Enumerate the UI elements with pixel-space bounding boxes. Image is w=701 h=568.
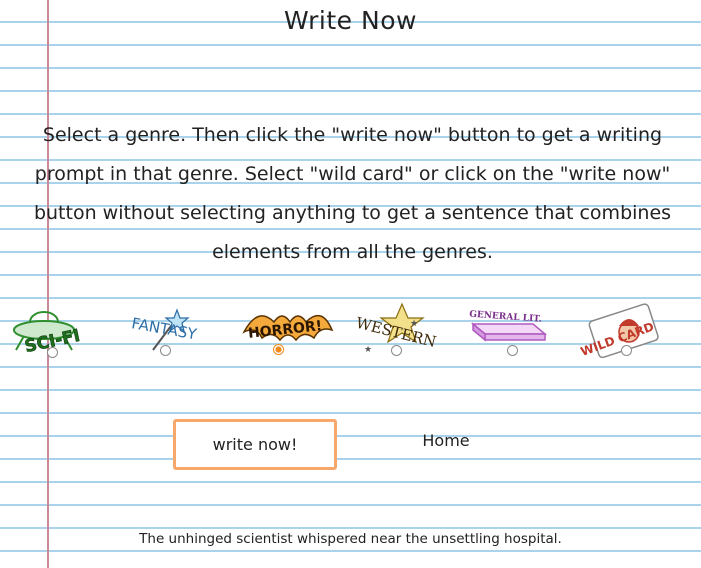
genre-label: FANTASY xyxy=(130,314,199,343)
genre-option-western[interactable]: WESTERN ★ ★ xyxy=(350,300,450,364)
ufo-icon: SCI-FI xyxy=(13,311,82,357)
genre-option-sci-fi[interactable]: SCI-FI xyxy=(10,300,110,364)
write-now-button[interactable]: write now! xyxy=(173,419,337,470)
genre-radio-sci-fi[interactable] xyxy=(47,347,58,358)
genre-option-horror[interactable]: HORROR! xyxy=(240,300,340,364)
page-title: Write Now xyxy=(284,6,417,35)
genre-option-general-lit[interactable]: GENERAL LIT. xyxy=(463,300,563,364)
magic-wand-icon: FANTASY xyxy=(130,308,199,351)
genre-radio-wild-card[interactable] xyxy=(621,345,632,356)
genre-radio-horror[interactable] xyxy=(273,344,284,355)
genre-option-wild-card[interactable]: WILD CARD xyxy=(575,300,675,364)
home-link[interactable]: Home xyxy=(396,431,496,450)
genre-radio-general-lit[interactable] xyxy=(507,345,518,356)
genre-label: GENERAL LIT. xyxy=(469,310,542,325)
instructions-text: Select a genre. Then click the "write no… xyxy=(33,124,672,263)
writing-prompt-output: The unhinged scientist whispered near th… xyxy=(139,531,562,547)
notebook-margin-line xyxy=(47,0,49,568)
bat-icon: HORROR! xyxy=(242,314,334,342)
genre-selector: SCI-FI FANTASY HORROR! WESTERN ★ ★ GENER… xyxy=(10,300,690,370)
genre-radio-fantasy[interactable] xyxy=(160,345,171,356)
genre-option-fantasy[interactable]: FANTASY xyxy=(125,300,225,364)
svg-text:★: ★ xyxy=(410,319,418,329)
genre-radio-western[interactable] xyxy=(391,345,402,356)
svg-text:★: ★ xyxy=(364,345,372,355)
